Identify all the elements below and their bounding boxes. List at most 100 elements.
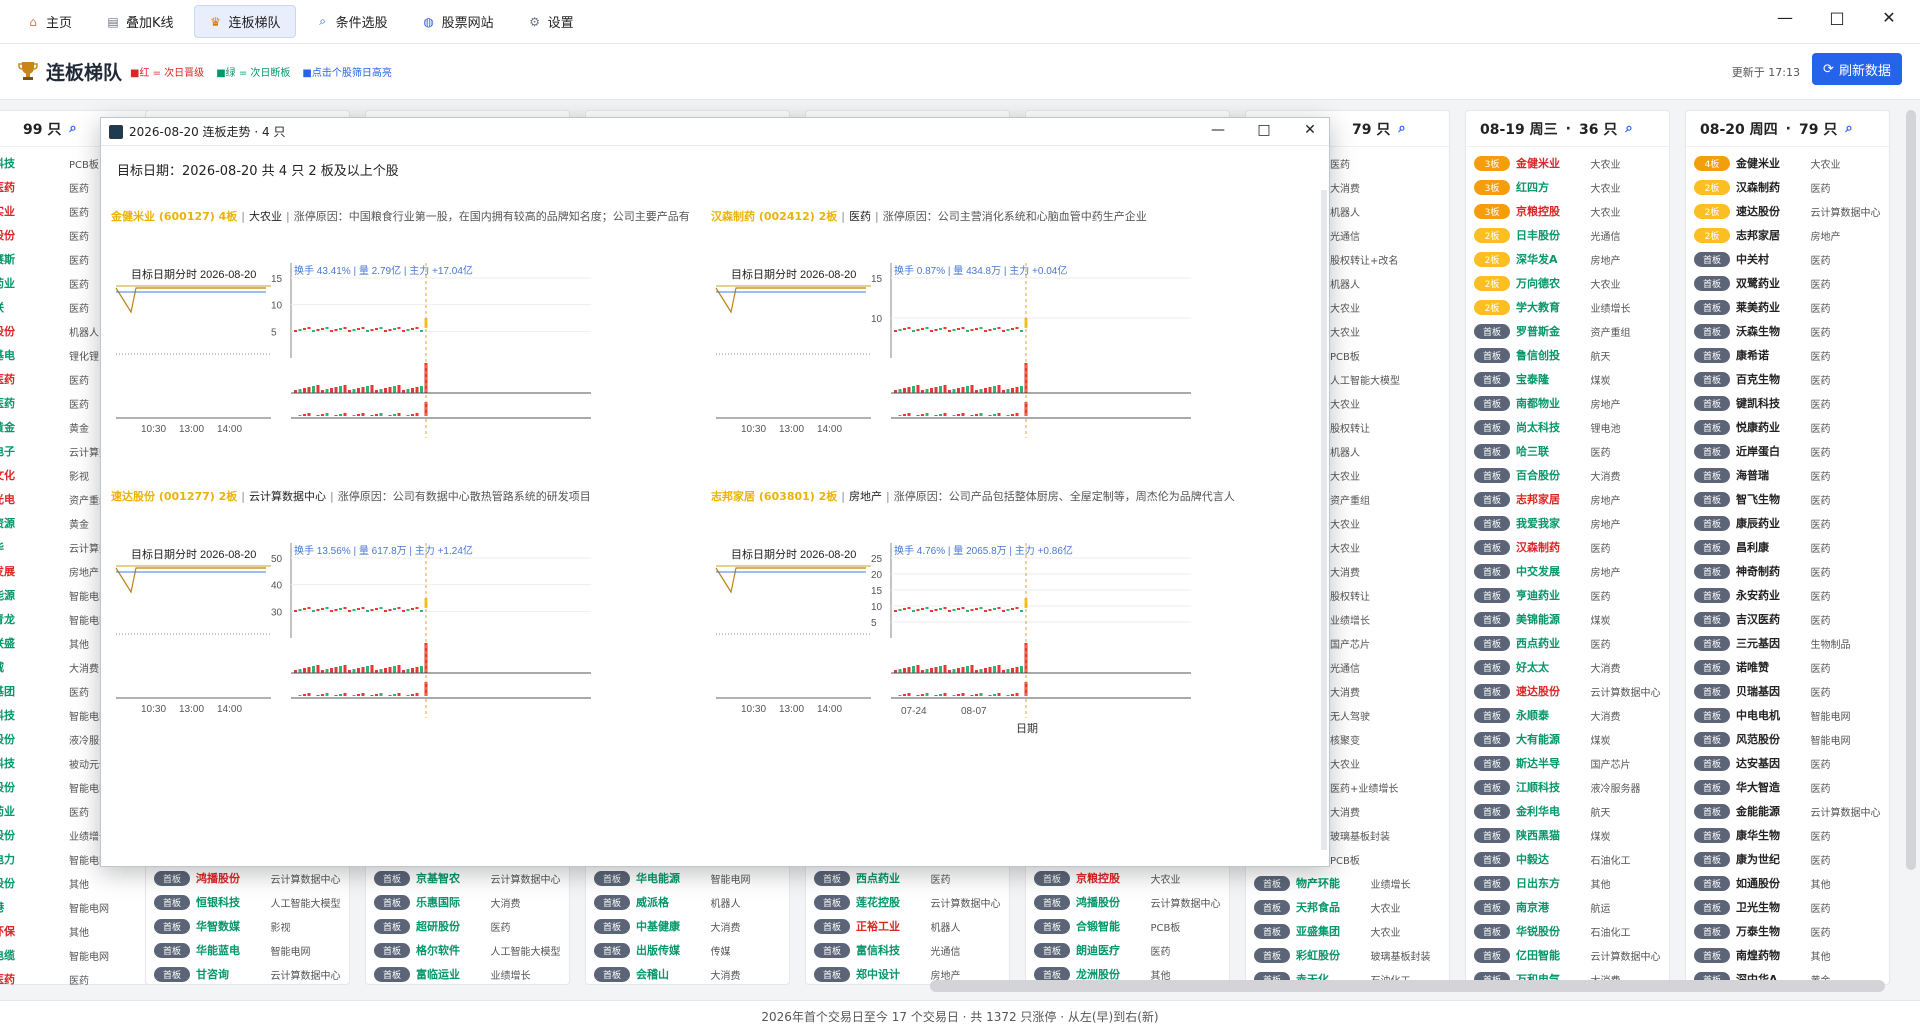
list-item[interactable]: 首板 贝瑞基因 医药 (1686, 679, 1889, 703)
list-item[interactable]: 首板 彩虹股份 玻璃基板封装 (1246, 943, 1449, 967)
list-item[interactable]: 首板 达安基因 医药 (1686, 751, 1889, 775)
list-item[interactable]: 首板 哈三联 医药 (1466, 439, 1669, 463)
list-item[interactable]: 首板 超研股份 医药 (366, 914, 569, 938)
list-item[interactable]: 首板 宝泰隆 煤炭 (1466, 367, 1669, 391)
list-item[interactable]: 首板 悦康药业 医药 (1686, 415, 1889, 439)
stock-title[interactable]: 汉森制药 (002412) 2板 (711, 210, 837, 223)
list-item[interactable]: 4板 金健米业 大农业 (1686, 151, 1889, 175)
search-icon[interactable]: ⌕ (1845, 121, 1852, 136)
list-item[interactable]: 3板 金健米业 大农业 (1466, 151, 1669, 175)
list-item[interactable]: 首板 乐惠国际 大消费 (366, 890, 569, 914)
list-item[interactable]: 首板 斯达半导 国产芯片 (1466, 751, 1669, 775)
list-item[interactable]: 首板 如通股份 其他 (1686, 871, 1889, 895)
list-item[interactable]: 首板 陕西黑猫 煤炭 (1466, 823, 1669, 847)
list-item[interactable]: 首板 美锦能源 煤炭 (1466, 607, 1669, 631)
list-item[interactable]: 首板 康希诺 医药 (1686, 343, 1889, 367)
list-item[interactable]: 首板 会稽山 大消费 (586, 962, 789, 985)
list-item[interactable]: 首板 智飞生物 医药 (1686, 487, 1889, 511)
list-item[interactable]: 首板 南京港 航运 (1466, 895, 1669, 919)
list-item[interactable]: 首板 沃森生物 医药 (1686, 319, 1889, 343)
list-item[interactable]: 首板 正裕工业 机器人 (806, 914, 1009, 938)
list-item[interactable]: 2板 学大教育 业绩增长 (1466, 295, 1669, 319)
close-button[interactable]: ✕ (1301, 122, 1319, 138)
close-button[interactable]: ✕ (1876, 8, 1902, 27)
list-item[interactable]: 首板 风范股份 智能电网 (1686, 727, 1889, 751)
search-icon[interactable]: ⌕ (69, 121, 76, 136)
list-item[interactable]: 首板 中关村 医药 (1686, 247, 1889, 271)
list-item[interactable]: 首板 金利华电 航天 (1466, 799, 1669, 823)
list-item[interactable]: 首板 京基智农 云计算数据中心 (366, 866, 569, 890)
list-item[interactable]: 2板 万向德农 大农业 (1466, 271, 1669, 295)
list-item[interactable]: 首板 天邦食品 大农业 (1246, 895, 1449, 919)
tab-kline[interactable]: ▤ 叠加K线 (92, 6, 188, 37)
list-item[interactable]: 首板 吉汉医药 医药 (1686, 607, 1889, 631)
list-item[interactable]: 首板 昌利康 医药 (1686, 535, 1889, 559)
list-item[interactable]: 首板 诺唯赞 医药 (1686, 655, 1889, 679)
maximize-button[interactable]: □ (1824, 8, 1850, 27)
list-item[interactable]: 首板 百克生物 医药 (1686, 367, 1889, 391)
list-item[interactable]: 首板 富临运业 业绩增长 (366, 962, 569, 985)
list-item[interactable]: 首板 三元基因 生物制品 (1686, 631, 1889, 655)
list-item[interactable]: 首板 海普瑞 医药 (1686, 463, 1889, 487)
list-item[interactable]: 首板 万泰生物 医药 (1686, 919, 1889, 943)
list-item[interactable]: 首板 西点药业 医药 (1466, 631, 1669, 655)
list-item[interactable]: 首板 亿田智能 云计算数据中心 (1466, 943, 1669, 967)
list-item[interactable]: 首板 志邦家居 房地产 (1466, 487, 1669, 511)
list-item[interactable]: 2板 深华发A 房地产 (1466, 247, 1669, 271)
list-item[interactable]: 首板 甘咨询 云计算数据中心 (146, 962, 349, 985)
dialog-scrollbar[interactable] (1321, 190, 1327, 850)
list-item[interactable]: 首板 中电电机 智能电网 (1686, 703, 1889, 727)
search-icon[interactable]: ⌕ (1625, 121, 1632, 136)
list-item[interactable]: 首板 罗普斯金 资产重组 (1466, 319, 1669, 343)
list-item[interactable]: 2板 汉森制药 医药 (1686, 175, 1889, 199)
list-item[interactable]: 首板 华大智造 医药 (1686, 775, 1889, 799)
list-item[interactable]: 3板 京粮控股 大农业 (1466, 199, 1669, 223)
list-item[interactable]: 首板 百合股份 大消费 (1466, 463, 1669, 487)
minimize-button[interactable]: — (1209, 122, 1227, 138)
tab-ladder[interactable]: ♛ 连板梯队 (193, 5, 296, 38)
stock-title[interactable]: 金健米业 (600127) 4板 (111, 210, 237, 223)
list-item[interactable]: 首板 莱美药业 医药 (1686, 295, 1889, 319)
list-item[interactable]: 首板 神奇制药 医药 (1686, 559, 1889, 583)
list-item[interactable]: 2板 日丰股份 光通信 (1466, 223, 1669, 247)
minimize-button[interactable]: — (1772, 8, 1798, 27)
tab-screener[interactable]: ⌕ 条件选股 (302, 6, 402, 37)
list-item[interactable]: 首板 尚太科技 锂电池 (1466, 415, 1669, 439)
list-item[interactable]: 首板 好太太 大消费 (1466, 655, 1669, 679)
list-item[interactable]: 首板 富信科技 光通信 (806, 938, 1009, 962)
list-item[interactable]: 首板 康辰药业 医药 (1686, 511, 1889, 535)
list-item[interactable]: 首板 鲁信创投 航天 (1466, 343, 1669, 367)
stock-title[interactable]: 志邦家居 (603801) 2板 (711, 490, 837, 503)
tab-home[interactable]: ⌂ 主页 (12, 6, 86, 37)
refresh-button[interactable]: ⟳ 刷新数据 (1812, 53, 1902, 85)
list-item[interactable]: 首板 出版传媒 传媒 (586, 938, 789, 962)
list-item[interactable]: 首板 亨迪药业 医药 (1466, 583, 1669, 607)
tab-settings[interactable]: ⚙ 设置 (514, 6, 588, 37)
list-item[interactable]: 首板 合锻智能 PCB板 (1026, 914, 1229, 938)
list-item[interactable]: 首板 鸿播股份 云计算数据中心 (1026, 890, 1229, 914)
list-item[interactable]: 首板 南煌药物 其他 (1686, 943, 1889, 967)
list-item[interactable]: 首板 华电能源 智能电网 (586, 866, 789, 890)
list-item[interactable]: 2板 速达股份 云计算数据中心 (1686, 199, 1889, 223)
list-item[interactable]: 首板 双鹭药业 医药 (1686, 271, 1889, 295)
list-item[interactable]: 首板 卫光生物 医药 (1686, 895, 1889, 919)
list-item[interactable]: 首板 物产环能 业绩增长 (1246, 871, 1449, 895)
list-item[interactable]: 首板 南都物业 房地产 (1466, 391, 1669, 415)
list-item[interactable]: 首板 日出东方 其他 (1466, 871, 1669, 895)
list-item[interactable]: 首板 华智数媒 影视 (146, 914, 349, 938)
list-item[interactable]: 首板 格尔软件 人工智能大模型 (366, 938, 569, 962)
list-item[interactable]: 首板 汉森制药 医药 (1466, 535, 1669, 559)
list-item[interactable]: 首板 华能蓝电 智能电网 (146, 938, 349, 962)
list-item[interactable]: 首板 中基健康 大消费 (586, 914, 789, 938)
list-item[interactable]: 首板 近岸蛋白 医药 (1686, 439, 1889, 463)
list-item[interactable]: 首板 中交发展 房地产 (1466, 559, 1669, 583)
list-item[interactable]: 首板 康华生物 医药 (1686, 823, 1889, 847)
list-item[interactable]: 首板 中毅达 石油化工 (1466, 847, 1669, 871)
list-item[interactable]: 首板 京粮控股 大农业 (1026, 866, 1229, 890)
list-item[interactable]: 首板 江顺科技 液冷服务器 (1466, 775, 1669, 799)
list-item[interactable]: 首板 莲花控股 云计算数据中心 (806, 890, 1009, 914)
list-item[interactable]: 首板 大有能源 煤炭 (1466, 727, 1669, 751)
list-item[interactable]: 首板 恒银科技 人工智能大模型 (146, 890, 349, 914)
maximize-button[interactable]: □ (1255, 122, 1273, 138)
vertical-scrollbar[interactable] (1906, 110, 1916, 870)
